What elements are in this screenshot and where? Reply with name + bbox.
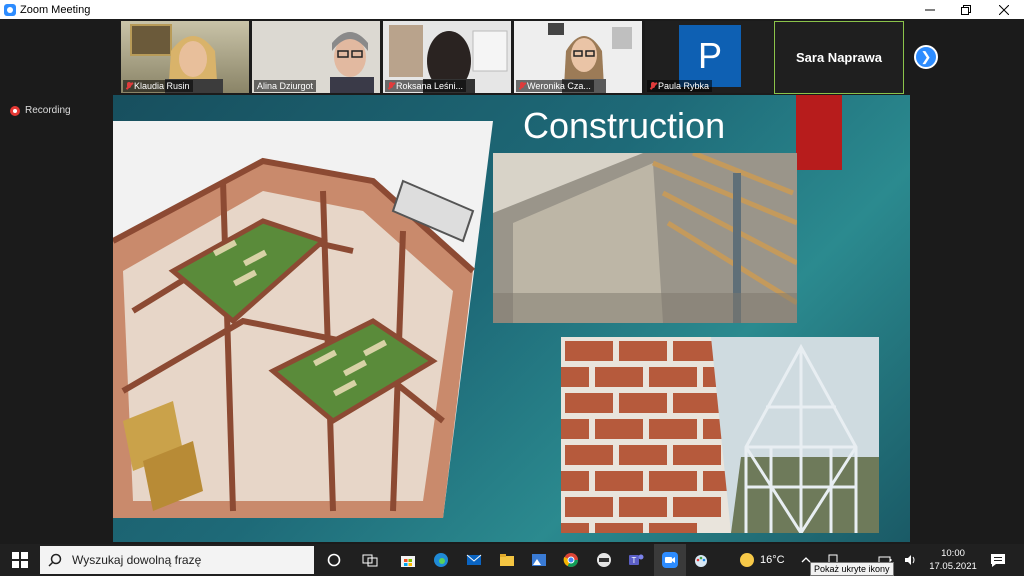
participant-name: Paula Rybka <box>658 81 710 91</box>
muted-mic-icon <box>126 82 132 90</box>
participant-name-tag: Weronika Cza... <box>516 80 594 92</box>
clock-date: 17.05.2021 <box>929 561 977 572</box>
active-speaker-name: Sara Naprawa <box>796 50 882 65</box>
next-page-button[interactable]: ❯ <box>914 45 938 69</box>
notifications-icon[interactable] <box>990 552 1006 568</box>
participant-video[interactable]: Weronika Cza... <box>514 21 642 93</box>
close-button[interactable] <box>986 0 1022 19</box>
minimize-button[interactable] <box>912 0 948 19</box>
brick-and-steel-frame-photo <box>561 337 879 533</box>
muted-mic-icon <box>519 82 525 90</box>
close-icon <box>999 4 1009 15</box>
system-clock[interactable]: 10:00 17.05.2021 <box>926 547 980 573</box>
zoom-app-icon[interactable] <box>662 552 678 568</box>
file-explorer-icon[interactable] <box>499 552 515 568</box>
participant-name: Weronika Cza... <box>527 81 591 91</box>
sunny-weather-icon <box>740 553 754 567</box>
recording-indicator[interactable]: Recording <box>10 105 71 116</box>
floorplan-render-image <box>113 121 493 518</box>
teams-icon[interactable]: T <box>628 552 644 568</box>
windows-start-icon[interactable] <box>12 552 28 568</box>
weather-widget[interactable]: 16°C <box>740 553 785 567</box>
media-app-icon[interactable] <box>596 552 612 568</box>
restore-button[interactable] <box>948 0 984 19</box>
paint-app-icon[interactable] <box>693 552 709 568</box>
participant-name-tag: Klaudia Rusin <box>123 80 193 92</box>
muted-mic-icon <box>650 82 656 90</box>
slide-title: Construction <box>523 105 726 146</box>
chrome-browser-icon[interactable] <box>563 552 579 568</box>
muted-mic-icon <box>388 82 394 90</box>
cortana-icon[interactable] <box>326 552 342 568</box>
edge-browser-icon[interactable] <box>433 552 449 568</box>
participant-video[interactable]: Alina Dziurgot <box>252 21 380 93</box>
mail-icon[interactable] <box>466 552 482 568</box>
restore-icon <box>961 4 971 15</box>
recording-label: Recording <box>25 105 71 116</box>
participant-name-tag: Roksana Leśni... <box>385 80 467 92</box>
svg-text:T: T <box>632 556 637 565</box>
slide-accent-bar <box>796 95 842 170</box>
participant-name-tag: Alina Dziurgot <box>254 80 317 92</box>
zoom-logo-icon <box>4 3 16 16</box>
shared-slide: Construction <box>113 95 910 542</box>
participant-avatar: P <box>679 25 741 87</box>
search-icon <box>48 553 62 567</box>
chevron-right-icon: ❯ <box>920 49 932 64</box>
window-titlebar: Zoom Meeting <box>0 0 1024 19</box>
hidden-icons-tooltip: Pokaż ukryte ikony <box>810 562 894 576</box>
participant-video[interactable]: P Paula Rybka <box>645 21 773 93</box>
microsoft-store-icon[interactable] <box>400 552 416 568</box>
roof-construction-photo <box>493 153 797 323</box>
participant-video[interactable]: Klaudia Rusin <box>121 21 249 93</box>
temperature-label: 16°C <box>760 554 785 566</box>
photos-icon[interactable] <box>531 552 547 568</box>
participant-name: Klaudia Rusin <box>134 81 190 91</box>
participant-name: Alina Dziurgot <box>257 81 314 91</box>
taskbar-search-box[interactable]: Wyszukaj dowolną frazę <box>40 546 314 574</box>
participant-name-tag: Paula Rybka <box>647 80 713 92</box>
participant-video[interactable]: Roksana Leśni... <box>383 21 511 93</box>
participant-name: Roksana Leśni... <box>396 81 464 91</box>
active-speaker-tile[interactable]: Sara Naprawa <box>774 21 904 94</box>
recording-icon <box>10 105 20 116</box>
window-title: Zoom Meeting <box>20 3 91 16</box>
clock-time: 10:00 <box>941 548 965 559</box>
volume-icon[interactable] <box>904 553 918 567</box>
task-view-icon[interactable] <box>362 552 378 568</box>
search-placeholder: Wyszukaj dowolną frazę <box>72 553 202 567</box>
minimize-icon <box>925 9 935 10</box>
